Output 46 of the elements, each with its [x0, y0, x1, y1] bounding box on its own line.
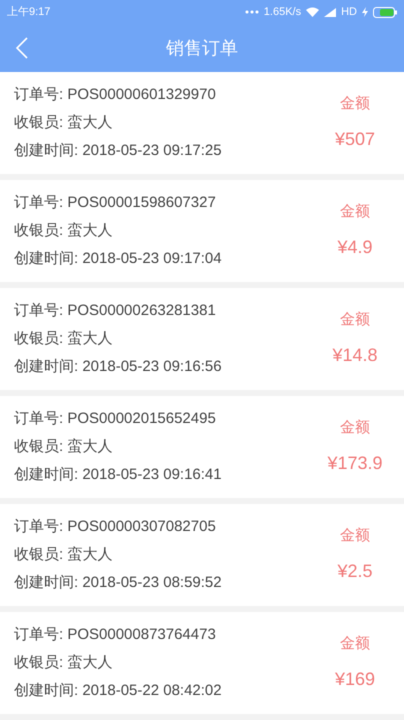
signal-icon — [324, 8, 336, 16]
cashier-name: 收银员: 蛮大人 — [14, 221, 114, 241]
amount-value: ¥507 — [334, 128, 376, 151]
order-card[interactable]: 订单号: POS00000873764473 收银员: 蛮大人 创建时间: 2018-05-22 08:42:02 金额 ¥169 — [0, 612, 404, 714]
order-card[interactable]: 订单号: POS00002015652495 收银员: 蛮大人 创建时间: 2018-05-23 09:16:41 金额 ¥173.9 — [0, 396, 404, 498]
amount-label: 金额 — [340, 418, 370, 438]
order-number: 订单号: POS00000307082705 — [14, 517, 217, 537]
cashier-name: 收银员: 蛮大人 — [14, 113, 114, 133]
amount-label: 金额 — [340, 202, 370, 222]
amount-label: 金额 — [340, 526, 370, 546]
wifi-icon — [306, 7, 320, 17]
page-title: 销售订单 — [166, 36, 238, 60]
order-number: 订单号: POS00000873764473 — [14, 625, 217, 645]
amount-value: ¥169 — [334, 668, 376, 691]
cashier-name: 收银员: 蛮大人 — [14, 437, 114, 457]
order-card[interactable]: 订单号: POS00000263281381 收银员: 蛮大人 创建时间: 2018-05-23 09:16:56 金额 ¥14.8 — [0, 288, 404, 390]
amount-value: ¥173.9 — [327, 452, 383, 475]
created-time: 创建时间: 2018-05-23 09:17:04 — [14, 249, 222, 269]
status-time: 上午9:17 — [7, 4, 50, 20]
amount-value: ¥4.9 — [337, 236, 373, 259]
battery-icon — [373, 6, 397, 18]
network-type: HD — [341, 4, 357, 20]
amount-value: ¥2.5 — [337, 560, 373, 583]
more-dots-icon — [244, 10, 259, 14]
order-card[interactable]: 订单号: POS00000601329970 收银员: 蛮大人 创建时间: 2018-05-23 09:17:25 金额 ¥507 — [0, 72, 404, 174]
network-speed: 1.65K/s — [264, 4, 302, 20]
order-number: 订单号: POS00000263281381 — [14, 301, 217, 321]
order-number: 订单号: POS00002015652495 — [14, 409, 217, 429]
order-number: 订单号: POS00000601329970 — [14, 85, 217, 105]
cashier-name: 收银员: 蛮大人 — [14, 545, 114, 565]
charging-icon — [362, 7, 368, 17]
created-time: 创建时间: 2018-05-23 09:16:41 — [14, 465, 222, 485]
order-card[interactable]: 订单号: POS00001598607327 收银员: 蛮大人 创建时间: 2018-05-23 09:17:04 金额 ¥4.9 — [0, 180, 404, 282]
order-number: 订单号: POS00001598607327 — [14, 193, 217, 213]
created-time: 创建时间: 2018-05-23 09:16:56 — [14, 357, 222, 377]
created-time: 创建时间: 2018-05-22 08:42:02 — [14, 681, 222, 701]
back-icon — [16, 37, 28, 59]
order-card[interactable]: 订单号: POS00000307082705 收银员: 蛮大人 创建时间: 2018-05-23 08:59:52 金额 ¥2.5 — [0, 504, 404, 606]
amount-label: 金额 — [340, 634, 370, 654]
amount-label: 金额 — [340, 94, 370, 114]
created-time: 创建时间: 2018-05-23 08:59:52 — [14, 573, 222, 593]
cashier-name: 收银员: 蛮大人 — [14, 653, 114, 673]
amount-value: ¥14.8 — [332, 344, 378, 367]
cashier-name: 收银员: 蛮大人 — [14, 329, 114, 349]
created-time: 创建时间: 2018-05-23 09:17:25 — [14, 141, 222, 161]
amount-label: 金额 — [340, 310, 370, 330]
